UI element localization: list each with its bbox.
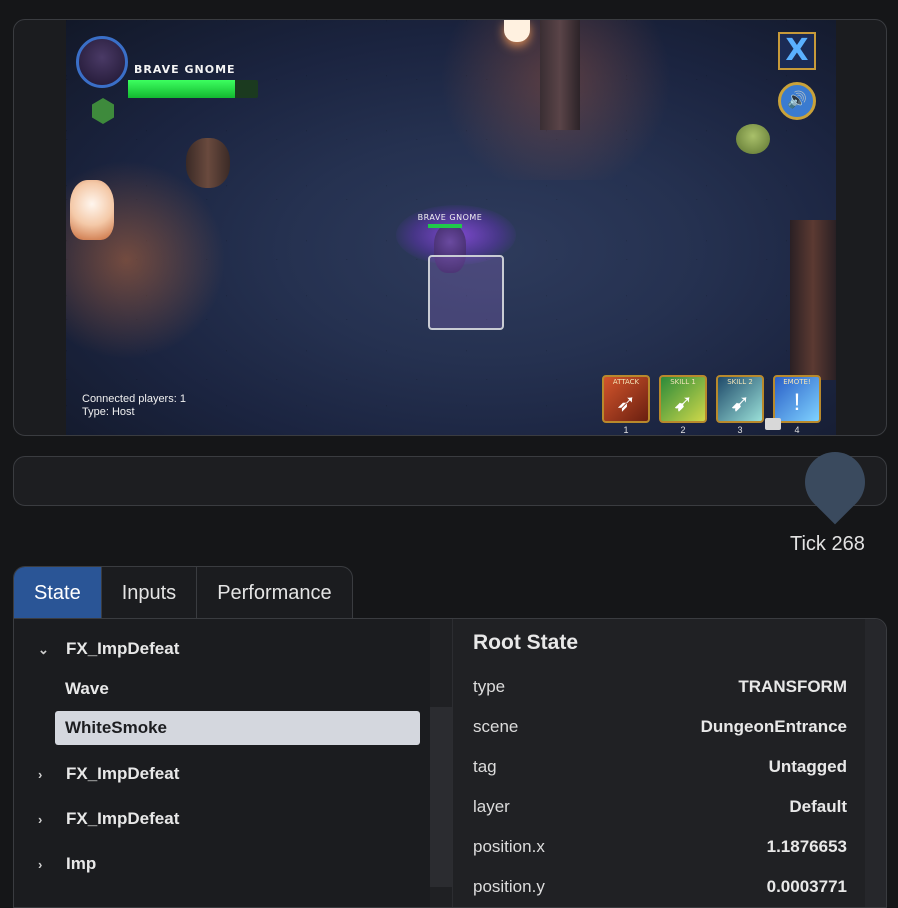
hud-health-fill (128, 80, 235, 98)
property-row-scene: scene DungeonEntrance (473, 714, 847, 740)
property-key: tag (473, 757, 497, 776)
chevron-right-icon[interactable]: › (38, 758, 54, 792)
tick-timeline-track[interactable] (13, 456, 887, 506)
tree-item-label: FX_ImpDefeat (66, 809, 180, 828)
ability-label: ATTACK (612, 378, 640, 386)
hud-health-bar (128, 80, 258, 98)
ability-bar: ATTACK ➶ 1 SKILL 1 ➹ 2 SKILL 2 ➹ 3 EMOTE… (602, 375, 821, 435)
ability-hotkey: 4 (794, 425, 800, 435)
ability-label: SKILL 2 (727, 378, 753, 386)
barrel (186, 138, 230, 188)
skill-arrow-icon: ➹ (672, 390, 694, 417)
chevron-right-icon[interactable]: › (38, 848, 54, 882)
tree-item-label: FX_ImpDefeat (66, 764, 180, 783)
property-row-type: type TRANSFORM (473, 674, 847, 700)
stone-pillar-top (540, 20, 580, 130)
tree-item-label: FX_ImpDefeat (66, 639, 180, 658)
multi-arrow-icon: ➹ (729, 390, 751, 417)
tick-label: Tick 268 (790, 533, 865, 555)
ability-attack-button[interactable]: ATTACK ➶ 1 (602, 375, 650, 435)
chat-icon[interactable] (765, 418, 781, 430)
tree-item-label: Wave (65, 679, 109, 698)
connection-type-text: Type: Host (82, 406, 135, 418)
tree-item-fx-impdefeat[interactable]: ⌄ FX_ImpDefeat (38, 632, 179, 666)
property-row-position-y: position.y 0.0003771 (473, 874, 847, 900)
property-value: Untagged (768, 757, 847, 776)
ability-hotkey: 2 (680, 425, 686, 435)
hud-player-name: BRAVE GNOME (134, 63, 236, 76)
torch-top (504, 20, 530, 42)
player-portrait-avatar (76, 36, 128, 88)
tab-state[interactable]: State (14, 567, 102, 619)
ability-hotkey: 1 (623, 425, 629, 435)
tab-inputs[interactable]: Inputs (102, 567, 198, 619)
goblin-npc[interactable] (736, 124, 770, 154)
inspector-tabs: State Inputs Performance (13, 566, 353, 619)
sound-toggle-button[interactable]: 🔊 (778, 82, 816, 120)
tree-scrollbar[interactable] (430, 619, 452, 907)
tree-item-fx-impdefeat-3[interactable]: › FX_ImpDefeat (38, 802, 179, 836)
chevron-down-icon[interactable]: ⌄ (38, 633, 54, 667)
property-row-layer: layer Default (473, 794, 847, 820)
bow-icon: ➶ (615, 390, 637, 417)
tree-item-wave[interactable]: Wave (65, 672, 109, 706)
property-key: position.x (473, 837, 545, 856)
torch-left (70, 180, 114, 240)
tree-item-label: WhiteSmoke (65, 718, 168, 737)
game-view[interactable]: BRAVE GNOME BRAVE GNOME X 🔊 Connected pl… (66, 20, 836, 435)
property-value: Default (789, 797, 847, 816)
object-tree: ⌄ FX_ImpDefeat Wave WhiteSmoke › FX_ImpDef… (14, 619, 432, 907)
inspector-panels: ⌄ FX_ImpDefeat Wave WhiteSmoke › FX_ImpDef… (13, 618, 887, 908)
state-panel-title: Root State (473, 631, 578, 654)
tree-item-imp[interactable]: › Imp (38, 847, 96, 881)
tick-timeline-handle[interactable] (792, 439, 878, 525)
property-row-tag: tag Untagged (473, 754, 847, 780)
chevron-right-icon[interactable]: › (38, 803, 54, 837)
ability-label: SKILL 1 (670, 378, 696, 386)
connection-info: Connected players: 1 Type: Host (82, 393, 186, 419)
ability-hotkey: 3 (737, 425, 743, 435)
game-viewport-card: BRAVE GNOME BRAVE GNOME X 🔊 Connected pl… (13, 19, 887, 436)
tree-item-fx-impdefeat-2[interactable]: › FX_ImpDefeat (38, 757, 179, 791)
property-value: 1.1876653 (766, 837, 847, 856)
state-scrollbar[interactable] (865, 619, 886, 907)
close-game-button[interactable]: X (778, 32, 816, 70)
property-value: 0.0003771 (766, 877, 847, 896)
root-state-panel: Root State type TRANSFORM scene DungeonE… (452, 619, 865, 907)
player-overhead-name: BRAVE GNOME (417, 213, 483, 222)
ability-skill-2-button[interactable]: SKILL 2 ➹ 3 (716, 375, 764, 435)
property-key: layer (473, 797, 510, 816)
emote-icon: ! (793, 389, 801, 416)
property-key: type (473, 677, 506, 696)
connected-players-text: Connected players: 1 (82, 393, 186, 405)
property-key: scene (473, 717, 519, 736)
property-value: DungeonEntrance (700, 717, 847, 736)
property-row-position-x: position.x 1.1876653 (473, 834, 847, 860)
property-key: position.y (473, 877, 545, 896)
property-value: TRANSFORM (738, 677, 847, 696)
player-overhead-health-bar (428, 224, 462, 228)
tree-scrollbar-thumb[interactable] (430, 707, 452, 887)
ability-label: EMOTE! (783, 378, 811, 386)
tree-item-whitesmoke[interactable]: WhiteSmoke (55, 711, 420, 745)
stone-pillar-right (790, 220, 836, 380)
target-selection-box[interactable] (428, 255, 504, 330)
ability-emote-button[interactable]: EMOTE! ! 4 (773, 375, 821, 435)
tab-performance[interactable]: Performance (197, 567, 352, 619)
tree-item-label: Imp (66, 854, 97, 873)
ability-skill-1-button[interactable]: SKILL 1 ➹ 2 (659, 375, 707, 435)
